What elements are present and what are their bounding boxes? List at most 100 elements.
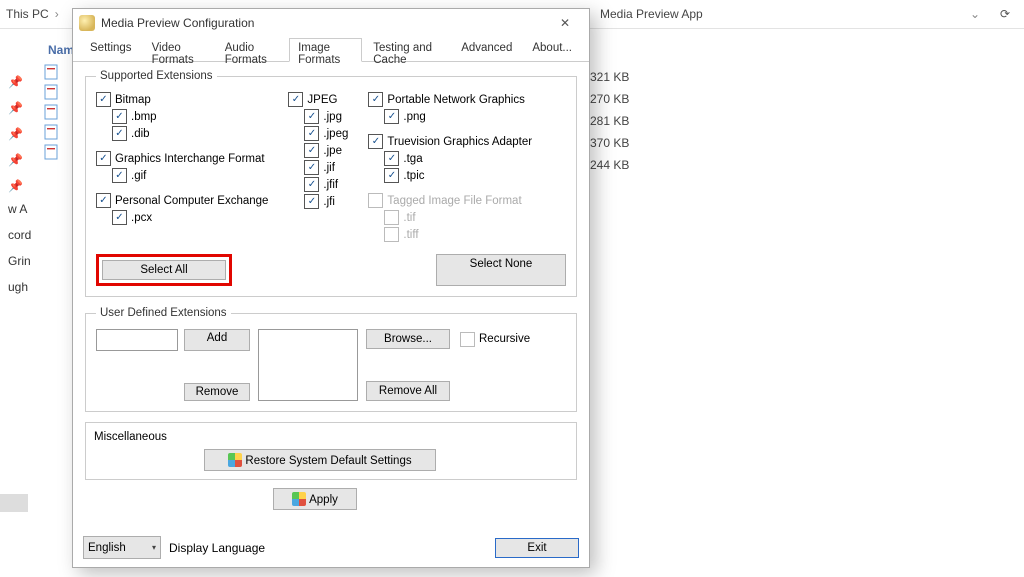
checkbox[interactable]: ✓ — [112, 168, 127, 183]
pin-icon: 📌 — [8, 101, 16, 109]
checkbox[interactable]: ✓ — [96, 193, 111, 208]
tab-settings[interactable]: Settings — [81, 38, 141, 62]
sidebar-selection — [0, 494, 28, 512]
file-sizes: 321 KB 270 KB 281 KB 370 KB 244 KB — [590, 70, 629, 180]
file-row[interactable] — [44, 122, 60, 142]
pin-icon: 📌 — [8, 75, 16, 83]
restore-defaults-button[interactable]: Restore System Default Settings — [204, 449, 436, 471]
apply-button[interactable]: Apply — [273, 488, 357, 510]
pinned-item[interactable]: 📌 — [0, 70, 40, 88]
checkbox[interactable]: ✓ — [112, 126, 127, 141]
file-row[interactable] — [44, 102, 60, 122]
user-legend: User Defined Extensions — [96, 307, 231, 319]
tab-strip: Settings Video Formats Audio Formats Ima… — [73, 37, 589, 62]
sidebar-item[interactable]: Grin — [0, 252, 40, 270]
pinned-item[interactable]: 📌 — [0, 174, 40, 192]
column-header-name[interactable]: Nam — [48, 43, 74, 57]
remove-all-button[interactable]: Remove All — [366, 381, 450, 401]
checkbox[interactable]: ✓ — [288, 92, 303, 107]
checkbox[interactable]: ✓ — [384, 227, 399, 242]
pin-icon: 📌 — [8, 127, 16, 135]
checkbox[interactable]: ✓ — [384, 151, 399, 166]
checkbox[interactable]: ✓ — [368, 92, 383, 107]
checkbox[interactable]: ✓ — [304, 177, 319, 192]
pin-icon: 📌 — [8, 179, 16, 187]
exit-button[interactable]: Exit — [495, 538, 579, 558]
checkbox[interactable]: ✓ — [368, 193, 383, 208]
checkbox[interactable]: ✓ — [304, 194, 319, 209]
checkbox[interactable]: ✓ — [384, 109, 399, 124]
chevron-down-icon[interactable]: ⌄ — [970, 7, 980, 21]
file-row[interactable] — [44, 82, 60, 102]
file-size: 281 KB — [590, 114, 629, 136]
ext-col-1: ✓Bitmap ✓.bmp ✓.dib ✓Graphics Interchang… — [96, 88, 268, 242]
checkbox[interactable]: ✓ — [304, 160, 319, 175]
remove-button[interactable]: Remove — [184, 383, 250, 401]
pinned-item[interactable]: 📌 — [0, 96, 40, 114]
dialog-footer: English▾ Display Language Exit — [83, 536, 579, 559]
checkbox[interactable]: ✓ — [304, 126, 319, 141]
tab-testing-cache[interactable]: Testing and Cache — [364, 38, 450, 62]
file-icon — [44, 104, 60, 120]
dialog-body: Supported Extensions ✓Bitmap ✓.bmp ✓.dib… — [73, 62, 589, 516]
refresh-icon[interactable]: ⟳ — [994, 3, 1016, 25]
file-icon — [44, 64, 60, 80]
sidebar-item[interactable]: w A — [0, 200, 40, 218]
tab-advanced[interactable]: Advanced — [452, 38, 521, 62]
checkbox[interactable]: ✓ — [112, 109, 127, 124]
ext-col-3: ✓Portable Network Graphics ✓.png ✓Truevi… — [368, 88, 532, 242]
tab-video-formats[interactable]: Video Formats — [143, 38, 214, 62]
sidebar-item[interactable]: cord — [0, 226, 40, 244]
select-all-highlight: Select All — [96, 254, 232, 286]
misc-group: Miscellaneous Restore System Default Set… — [85, 422, 577, 480]
user-extensions-group: User Defined Extensions Add Remove Brows… — [85, 307, 577, 412]
checkbox[interactable]: ✓ — [368, 134, 383, 149]
checkbox[interactable]: ✓ — [304, 143, 319, 158]
checkbox[interactable]: ✓ — [304, 109, 319, 124]
language-select[interactable]: English▾ — [83, 536, 161, 559]
checkbox[interactable]: ✓ — [112, 210, 127, 225]
file-row[interactable] — [44, 62, 60, 82]
display-language-label: Display Language — [169, 541, 265, 555]
supported-extensions-group: Supported Extensions ✓Bitmap ✓.bmp ✓.dib… — [85, 70, 577, 297]
file-size: 321 KB — [590, 70, 629, 92]
tab-image-formats[interactable]: Image Formats — [289, 38, 362, 62]
browse-button[interactable]: Browse... — [366, 329, 450, 349]
config-dialog: Media Preview Configuration ✕ Settings V… — [72, 8, 590, 568]
tab-about[interactable]: About... — [523, 38, 581, 62]
close-icon[interactable]: ✕ — [547, 9, 583, 37]
ext-col-2: ✓JPEG ✓.jpg ✓.jpeg ✓.jpe ✓.jif ✓.jfif ✓.… — [288, 88, 348, 242]
sidebar: 📌 📌 📌 📌 📌 w A cord Grin ugh — [0, 70, 40, 304]
select-all-button[interactable]: Select All — [102, 260, 226, 280]
file-icon — [44, 144, 60, 160]
pinned-item[interactable]: 📌 — [0, 148, 40, 166]
supported-legend: Supported Extensions — [96, 70, 217, 82]
dialog-title: Media Preview Configuration — [101, 16, 541, 30]
sidebar-item[interactable]: ugh — [0, 278, 40, 296]
checkbox[interactable]: ✓ — [384, 168, 399, 183]
file-size: 270 KB — [590, 92, 629, 114]
shield-icon — [228, 453, 242, 467]
tab-audio-formats[interactable]: Audio Formats — [216, 38, 287, 62]
pin-icon: 📌 — [8, 153, 16, 161]
file-size: 244 KB — [590, 158, 629, 180]
checkbox-recursive[interactable]: ✓ — [460, 332, 475, 347]
breadcrumb-this-pc[interactable]: This PC — [6, 7, 49, 21]
breadcrumb-app[interactable]: Media Preview App — [600, 7, 703, 21]
file-icon — [44, 124, 60, 140]
misc-legend: Miscellaneous — [94, 431, 568, 443]
file-list — [44, 62, 60, 162]
checkbox[interactable]: ✓ — [96, 92, 111, 107]
add-button[interactable]: Add — [184, 329, 250, 351]
shield-icon — [292, 492, 306, 506]
dialog-titlebar[interactable]: Media Preview Configuration ✕ — [73, 9, 589, 37]
chevron-down-icon: ▾ — [152, 543, 156, 552]
chevron-right-icon: › — [55, 7, 59, 21]
extension-input[interactable] — [96, 329, 178, 351]
checkbox[interactable]: ✓ — [96, 151, 111, 166]
select-none-button[interactable]: Select None — [436, 254, 566, 286]
file-row[interactable] — [44, 142, 60, 162]
extension-listbox[interactable] — [258, 329, 358, 401]
checkbox[interactable]: ✓ — [384, 210, 399, 225]
pinned-item[interactable]: 📌 — [0, 122, 40, 140]
